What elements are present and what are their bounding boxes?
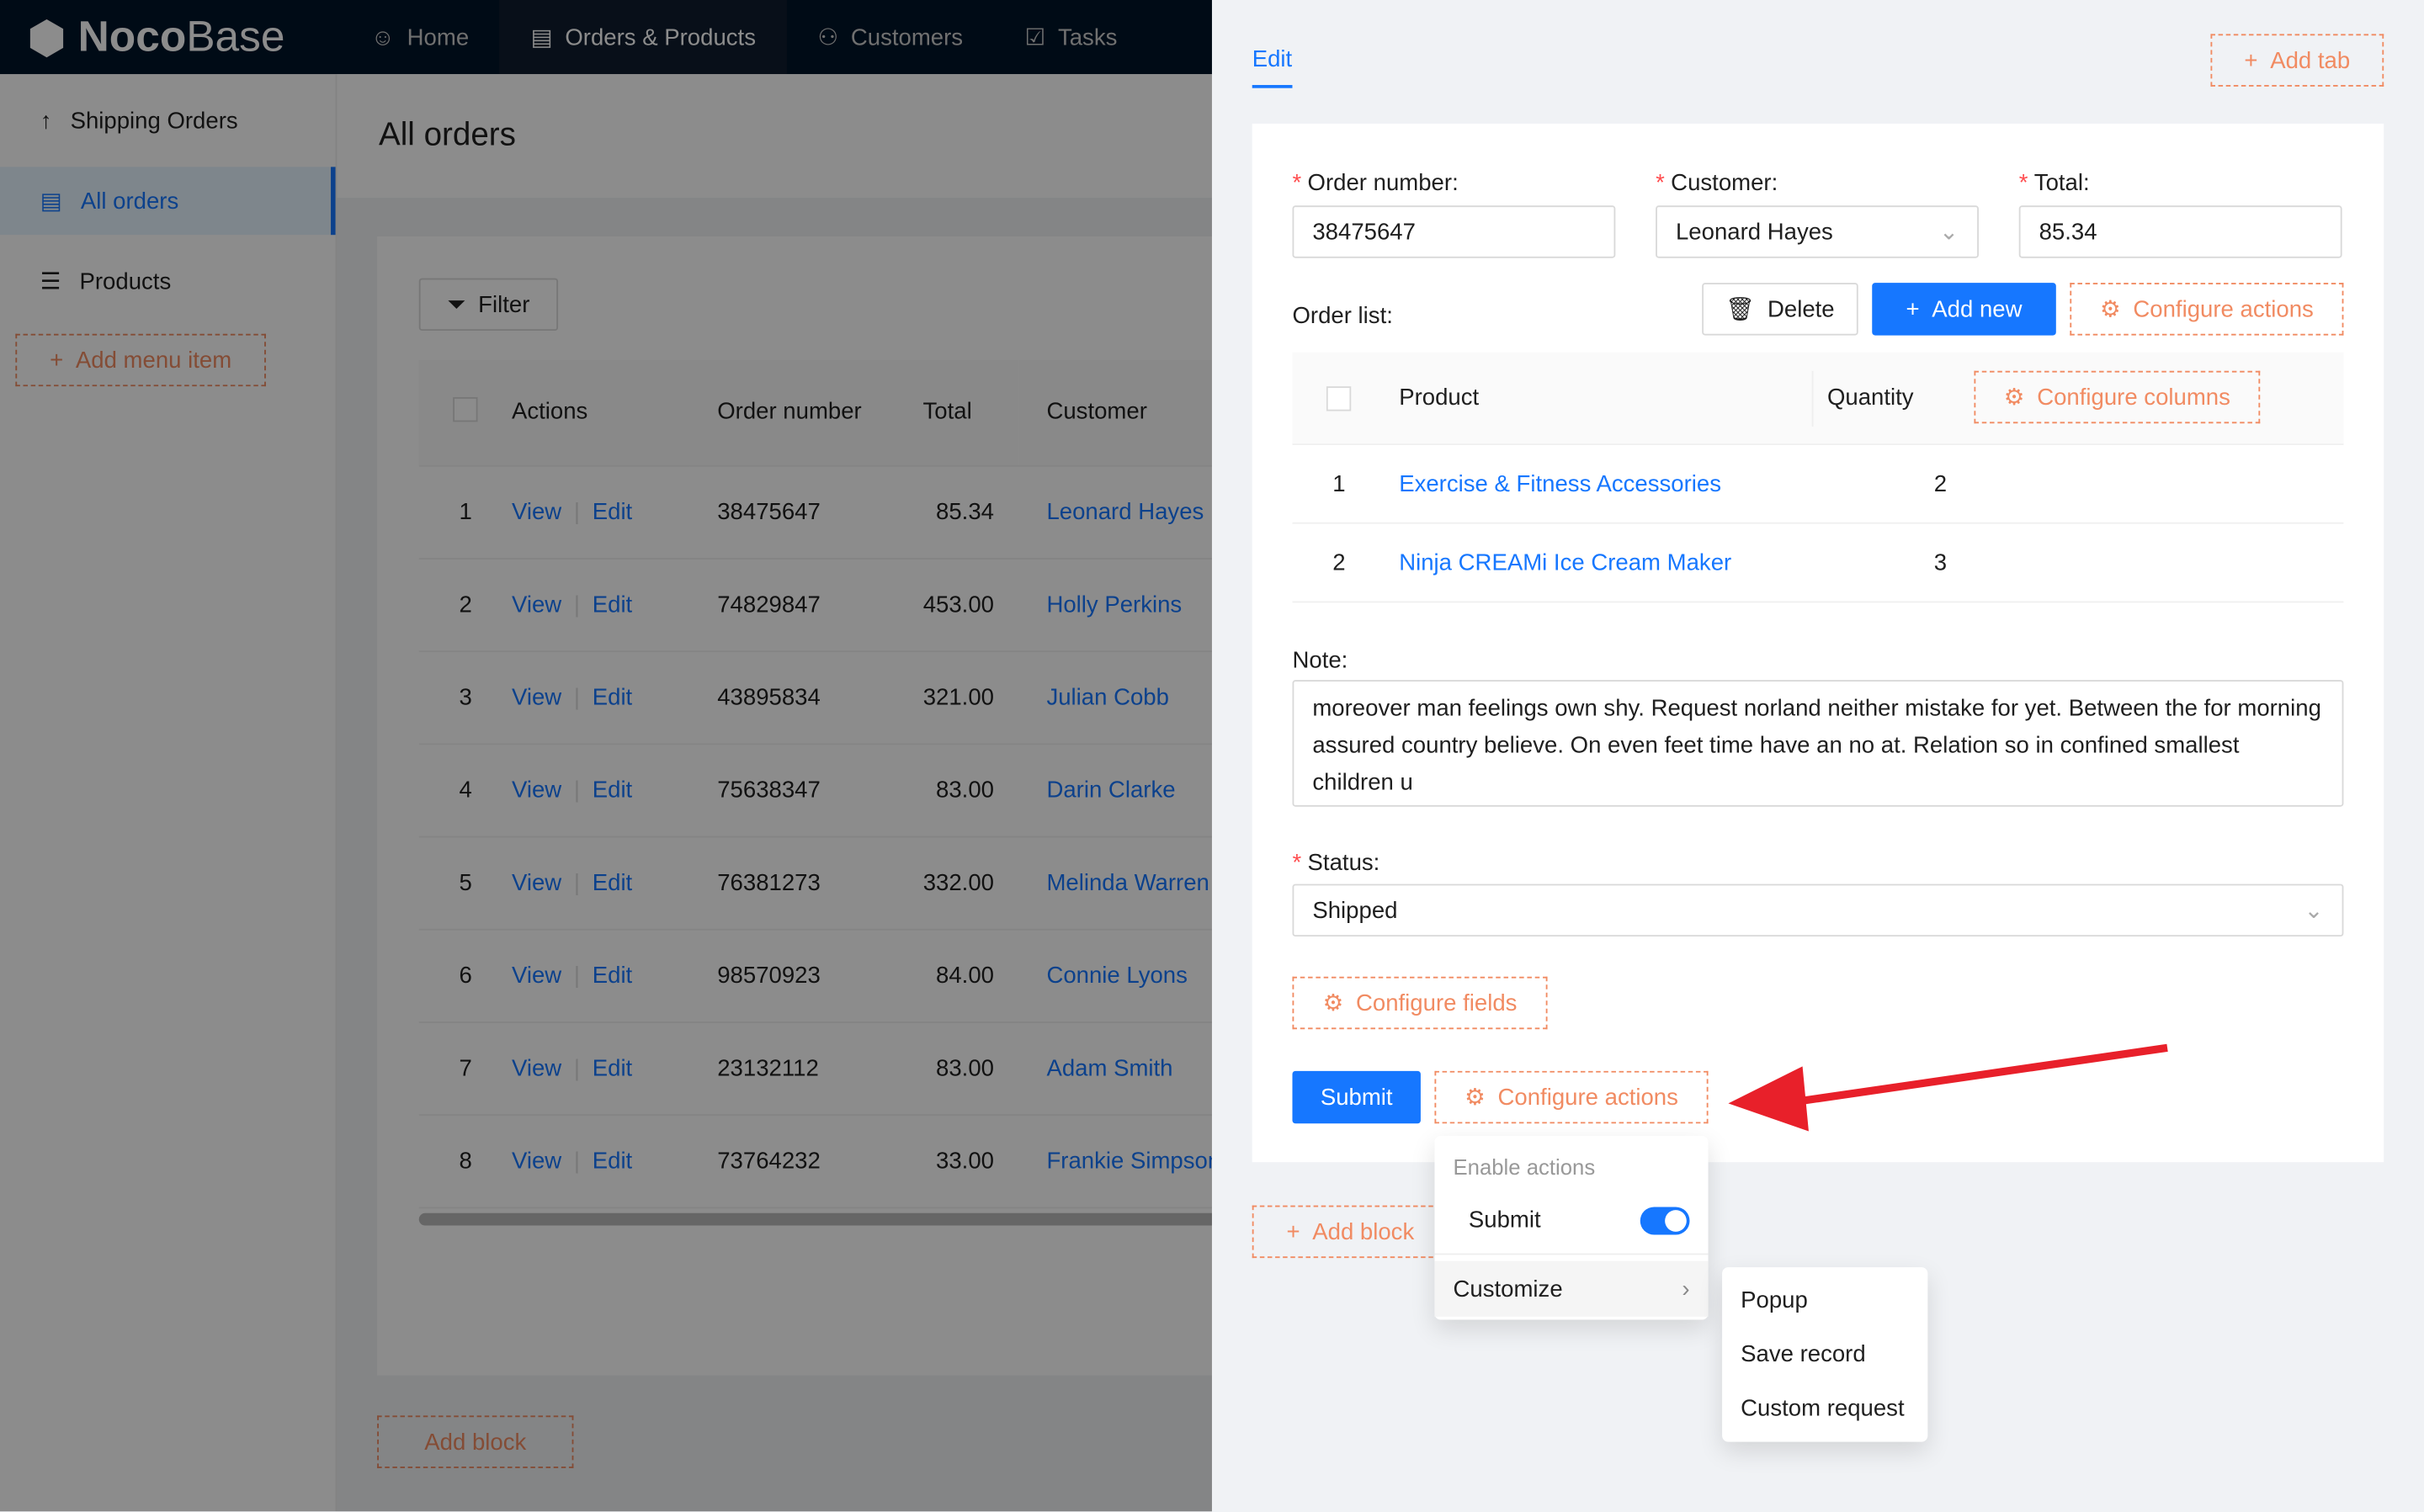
add-new-button[interactable]: + Add new [1872,283,2056,336]
chevron-right-icon: › [1682,1276,1690,1302]
drawer-mask[interactable] [0,0,1212,1512]
plus-icon: + [1286,1218,1300,1245]
customize-submenu: Popup Save record Custom request [1722,1267,1928,1442]
menu-item-customize[interactable]: Customize › [1434,1260,1709,1317]
menu-group-enable-actions: Enable actions [1453,1154,1596,1179]
drawer-add-block-button[interactable]: + Add block [1252,1205,1449,1259]
menu-item-popup[interactable]: Popup [1722,1273,1927,1327]
customer-select[interactable]: Leonard Hayes ⌄ [1656,205,1979,258]
gear-icon: ⚙ [2003,385,2025,411]
add-tab-button[interactable]: + Add tab [2210,34,2384,87]
total-label: * Total: [2018,170,2090,197]
submit-button[interactable]: Submit [1292,1070,1421,1124]
configure-actions-bottom-button[interactable]: ⚙ Configure actions [1434,1070,1709,1124]
plus-icon: + [2244,47,2258,74]
status-select[interactable]: Shipped ⌄ [1292,883,2344,937]
trash-icon: 🗑 [1725,296,1756,323]
quantity-cell: 2 [1933,471,1948,498]
order-number-input[interactable]: 38475647 [1292,205,1616,258]
order-list-header: Product Quantity ⚙ Configure columns [1292,352,2344,445]
status-label: * Status: [1292,850,1380,877]
menu-item-submit[interactable]: Submit [1434,1193,1708,1247]
product-link[interactable]: Ninja CREAMi Ice Cream Maker [1399,550,1731,576]
annotation-arrow-icon [1728,1043,2168,1132]
customer-label: * Customer: [1656,170,1778,197]
configure-actions-button[interactable]: ⚙ Configure actions [2070,283,2344,336]
note-label: Note: [1292,647,1348,674]
order-list-label: Order list: [1292,302,1393,330]
order-number-label: * Order number: [1292,170,1459,197]
quantity-cell: 3 [1933,549,1948,577]
configure-fields-button[interactable]: ⚙ Configure fields [1292,976,1548,1030]
delete-button[interactable]: 🗑 Delete [1702,283,1858,336]
tab-edit[interactable]: Edit [1252,46,1293,88]
plus-icon: + [1906,295,1920,322]
edit-drawer: Edit + Add tab * Order number: 38475647 * C… [1211,0,2424,1512]
product-link[interactable]: Exercise & Fitness Accessories [1399,471,1721,497]
configure-columns-button[interactable]: ⚙ Configure columns [1974,370,2261,424]
gear-icon: ⚙ [1464,1085,1486,1111]
menu-item-custom-request[interactable]: Custom request [1722,1382,1927,1435]
select-all-checkbox[interactable] [1326,386,1352,411]
edit-form: * Order number: 38475647 * Customer: Leona… [1252,123,2384,1163]
chevron-down-icon: ⌄ [2304,898,2324,925]
row-number: 1 [1332,471,1346,498]
note-textarea[interactable]: moreover man feelings own shy. Request n… [1292,680,2344,807]
menu-item-save-record[interactable]: Save record [1722,1328,1927,1382]
gear-icon: ⚙ [1322,990,1344,1017]
order-list-row: 1 Exercise & Fitness Accessories 2 [1292,445,2344,524]
column-header: Quantity [1826,385,1914,411]
column-header: Product [1399,385,1480,411]
configure-actions-menu: Enable actions Submit Customize › [1434,1135,1709,1320]
total-input[interactable]: 85.34 [2018,205,2342,258]
submit-toggle[interactable] [1640,1206,1690,1234]
chevron-down-icon: ⌄ [1938,219,1959,247]
order-list-row: 2 Ninja CREAMi Ice Cream Maker 3 [1292,524,2344,603]
gear-icon: ⚙ [2099,296,2121,323]
row-number: 2 [1332,549,1346,577]
